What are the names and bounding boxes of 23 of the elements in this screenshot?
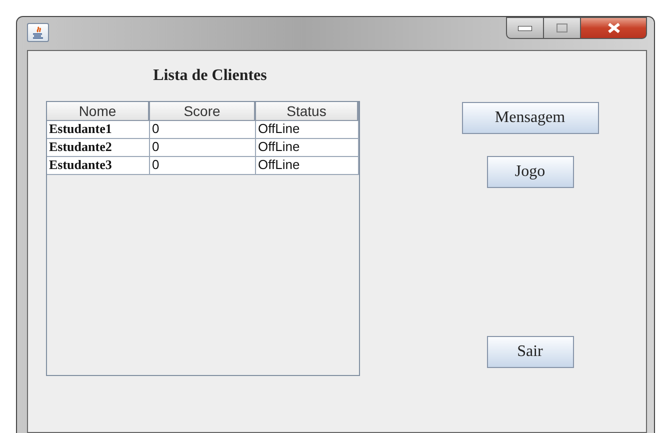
minimize-icon [518, 26, 532, 30]
action-button[interactable]: Jogo [486, 156, 574, 188]
app-icon [27, 23, 49, 42]
table-cell: 0 [150, 139, 256, 157]
close-icon [606, 22, 622, 34]
table-cell: Estudante3 [47, 157, 150, 175]
maximize-icon [556, 23, 568, 33]
exit-button[interactable]: Sair [486, 336, 574, 368]
table-cell: OffLine [256, 139, 359, 157]
table-cell: 0 [150, 157, 256, 175]
column-header[interactable]: Score [150, 102, 256, 121]
maximize-button[interactable] [544, 17, 581, 39]
list-title: Lista de Clientes [153, 67, 267, 86]
column-header[interactable]: Status [256, 102, 359, 121]
table-cell: OffLine [256, 157, 359, 175]
action-button[interactable]: Mensagem [462, 102, 598, 134]
table-cell: Estudante2 [47, 139, 150, 157]
column-header[interactable]: Nome [47, 102, 150, 121]
close-button[interactable] [581, 17, 647, 39]
table-cell: Estudante1 [47, 121, 150, 139]
table-cell: 0 [150, 121, 256, 139]
minimize-button[interactable] [506, 17, 544, 39]
table-cell: OffLine [256, 121, 359, 139]
